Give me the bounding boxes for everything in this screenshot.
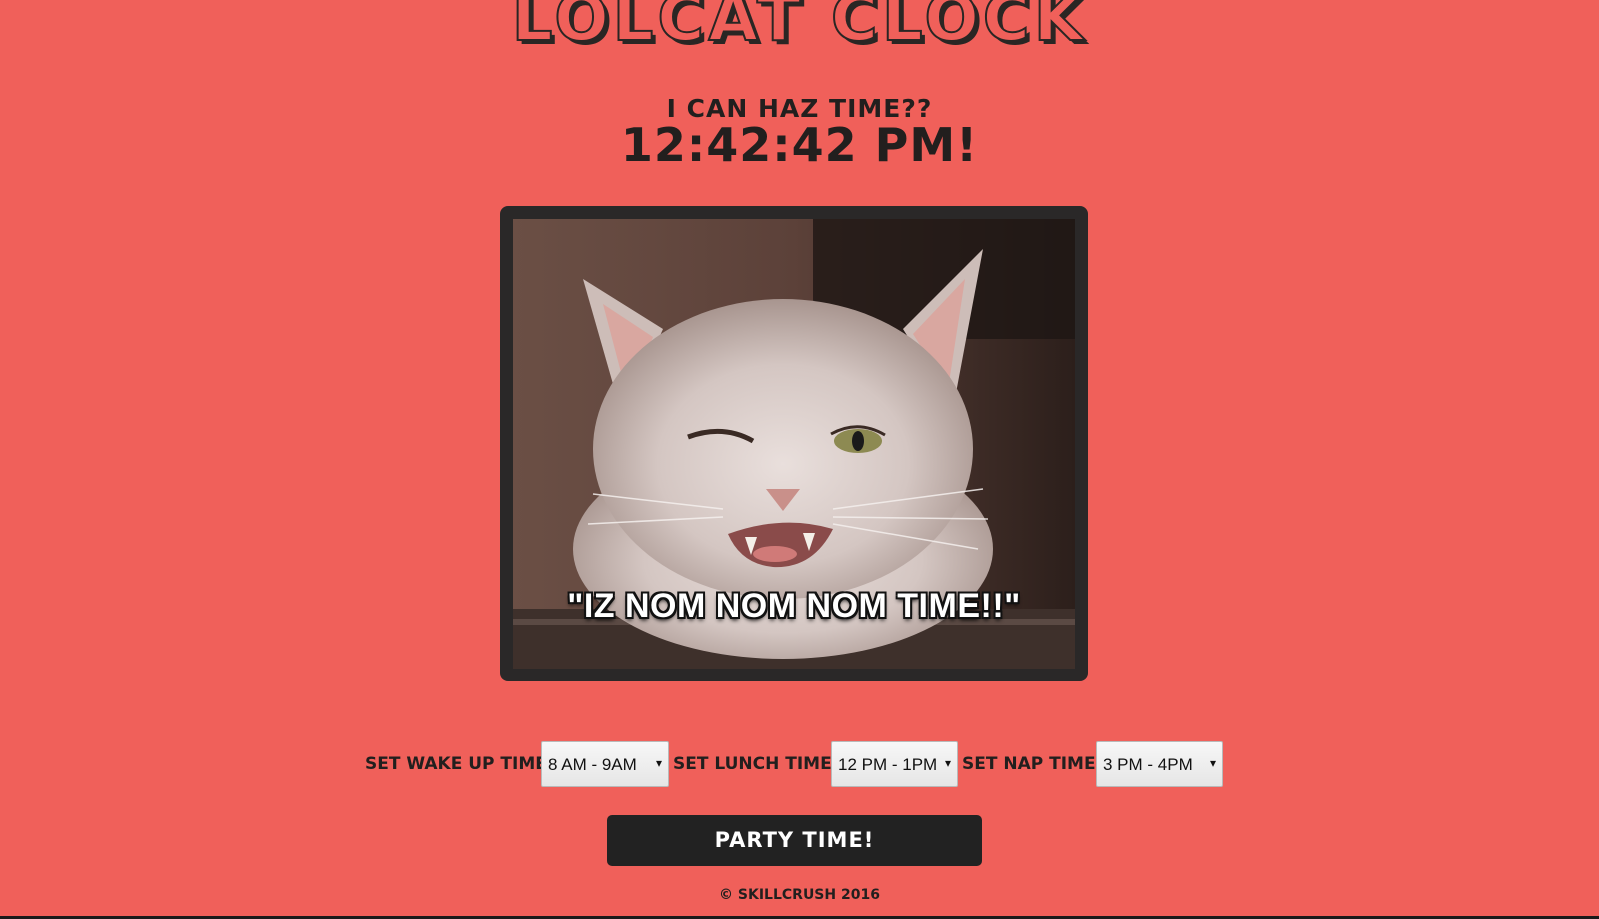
- footer-copyright: © SKILLCRUSH 2016: [719, 887, 880, 903]
- wake-up-label: Set Wake Up Time: [365, 754, 547, 774]
- nap-select-value: 3 PM - 4PM: [1103, 755, 1193, 774]
- chevron-down-icon: ▾: [944, 756, 951, 770]
- page: LOLCAT CLOCK I CAN HAZ TIME?? 12:42:42 P…: [0, 0, 1599, 916]
- image-caption: "IZ NOM NOM NOM TIME!!": [567, 587, 1021, 625]
- lunch-select-value: 12 PM - 1PM: [838, 755, 938, 774]
- nap-select[interactable]: 3 PM - 4PM ▾: [1096, 741, 1223, 787]
- lolcat-image-frame: "IZ NOM NOM NOM TIME!!": [500, 206, 1088, 681]
- page-title: LOLCAT CLOCK: [0, 0, 1599, 57]
- chevron-down-icon: ▾: [655, 756, 662, 770]
- chevron-down-icon: ▾: [1209, 756, 1216, 770]
- lunch-select[interactable]: 12 PM - 1PM ▾: [831, 741, 958, 787]
- wake-up-select-value: 8 AM - 9AM: [548, 755, 637, 774]
- time-controls: Set Wake Up Time 8 AM - 9AM ▾ Set Lunch …: [0, 741, 1599, 789]
- page-title-text: LOLCAT CLOCK: [511, 0, 1088, 57]
- party-time-button[interactable]: PARTY TIME!: [607, 815, 982, 866]
- lunch-label: Set Lunch Time: [673, 754, 832, 774]
- nap-label: Set Nap Time: [962, 754, 1096, 774]
- clock-time: 12:42:42 PM!: [620, 118, 979, 172]
- lolcat-image: "IZ NOM NOM NOM TIME!!": [513, 219, 1075, 669]
- wake-up-select[interactable]: 8 AM - 9AM ▾: [541, 741, 669, 787]
